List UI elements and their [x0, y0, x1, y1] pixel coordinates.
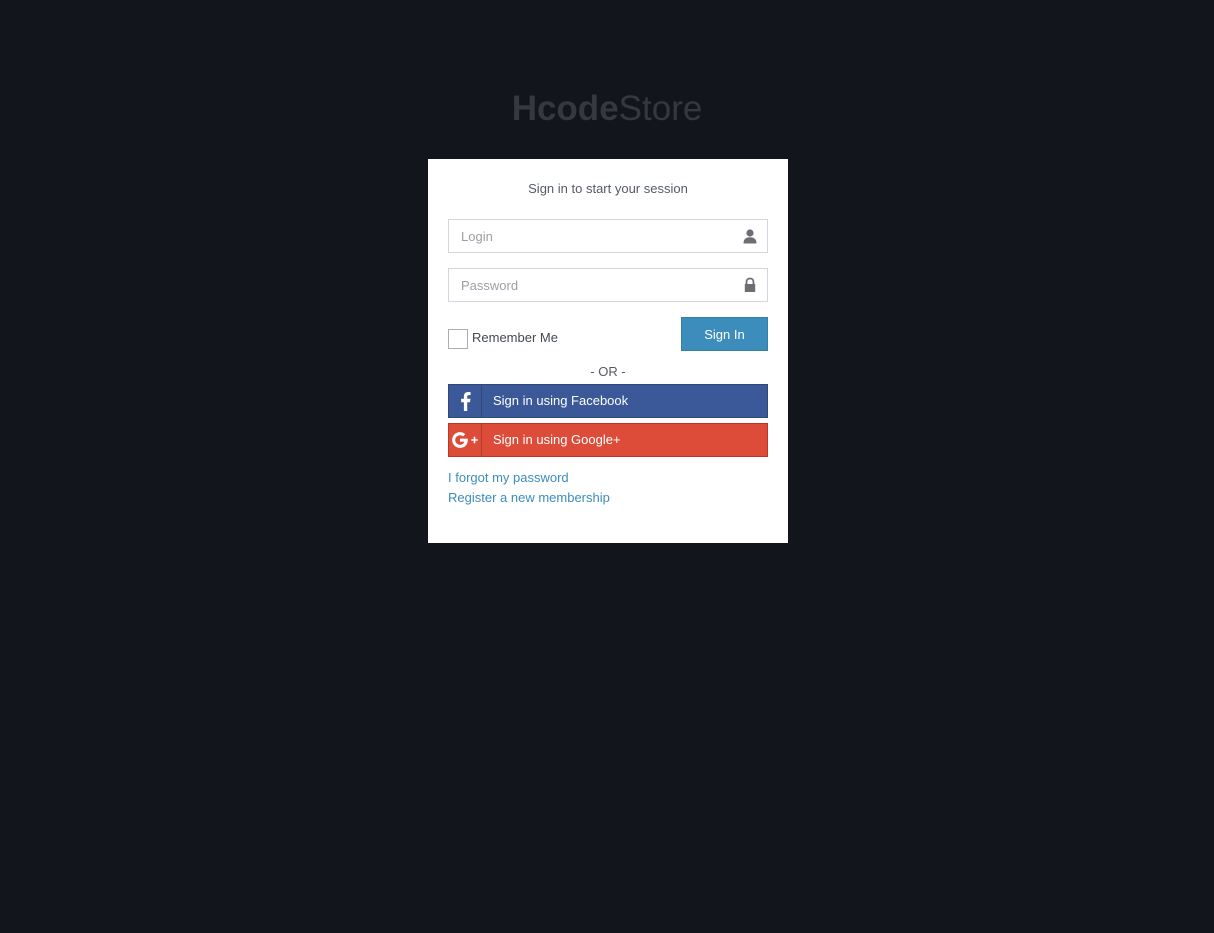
account-links: I forgot my password Register a new memb…: [448, 468, 768, 508]
logo-light-text: Store: [618, 89, 703, 128]
remember-row: Remember Me Sign In: [448, 317, 768, 351]
login-box: Sign in to start your session Login Reme…: [428, 159, 788, 543]
forgot-password-link[interactable]: I forgot my password: [448, 468, 768, 488]
login-field-wrapper: [448, 219, 768, 253]
lock-icon: [742, 277, 758, 293]
register-link[interactable]: Register a new membership: [448, 488, 768, 508]
or-separator: - OR -: [590, 364, 626, 379]
facebook-sign-in-label: Sign in using Facebook: [493, 393, 629, 408]
app-logo[interactable]: HcodeStore: [0, 88, 1214, 130]
login-box-message: Sign in to start your session: [528, 181, 688, 196]
google-sign-in-label: Sign in using Google+: [493, 432, 621, 447]
facebook-icon: [449, 385, 482, 417]
facebook-sign-in-button[interactable]: Sign in using Facebook: [448, 384, 768, 418]
password-field-wrapper: [448, 268, 768, 302]
remember-checkbox[interactable]: [448, 329, 468, 349]
remember-me[interactable]: Remember Me: [448, 327, 558, 349]
login-input[interactable]: [449, 220, 767, 252]
logo-bold-text: Hcode: [511, 89, 619, 128]
remember-label: Remember Me: [472, 330, 558, 345]
sign-in-button[interactable]: Sign In: [681, 317, 768, 351]
google-plus-icon: [449, 424, 482, 456]
google-sign-in-button[interactable]: Sign in using Google+: [448, 423, 768, 457]
password-input[interactable]: [449, 269, 767, 301]
login-form: Remember Me Sign In: [448, 219, 768, 351]
user-icon: [742, 228, 758, 244]
login-page: HcodeStore Sign in to start your session: [0, 0, 1214, 933]
